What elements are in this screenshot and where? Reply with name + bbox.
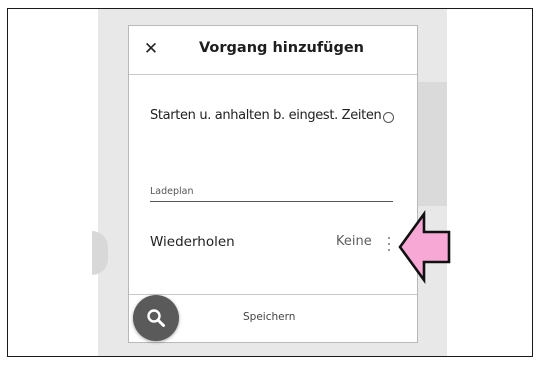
charge-plan-input[interactable] (150, 181, 393, 202)
dialog-title: Vorgang hinzufügen (199, 40, 365, 56)
repeat-row[interactable]: Wiederholen Keine (150, 234, 408, 256)
search-button[interactable] (133, 295, 179, 341)
close-button[interactable]: ✕ (140, 38, 162, 60)
save-button[interactable]: Speichern (243, 311, 295, 323)
background-panel (417, 82, 447, 206)
pink-arrow-icon (398, 210, 451, 284)
repeat-value: Keine (336, 234, 372, 249)
start-stop-option[interactable]: Starten u. anhalten b. eingest. Zeiten (150, 108, 410, 130)
start-stop-radio[interactable] (383, 112, 394, 123)
start-stop-label: Starten u. anhalten b. eingest. Zeiten (150, 108, 382, 123)
background-handle (92, 231, 108, 275)
add-operation-dialog: ✕ Vorgang hinzufügen Starten u. anhalten… (128, 25, 418, 343)
search-icon (147, 309, 165, 327)
dialog-header: ✕ Vorgang hinzufügen (129, 26, 417, 75)
close-icon: ✕ (143, 39, 159, 59)
more-options-icon[interactable] (386, 237, 392, 251)
repeat-label: Wiederholen (150, 234, 235, 250)
